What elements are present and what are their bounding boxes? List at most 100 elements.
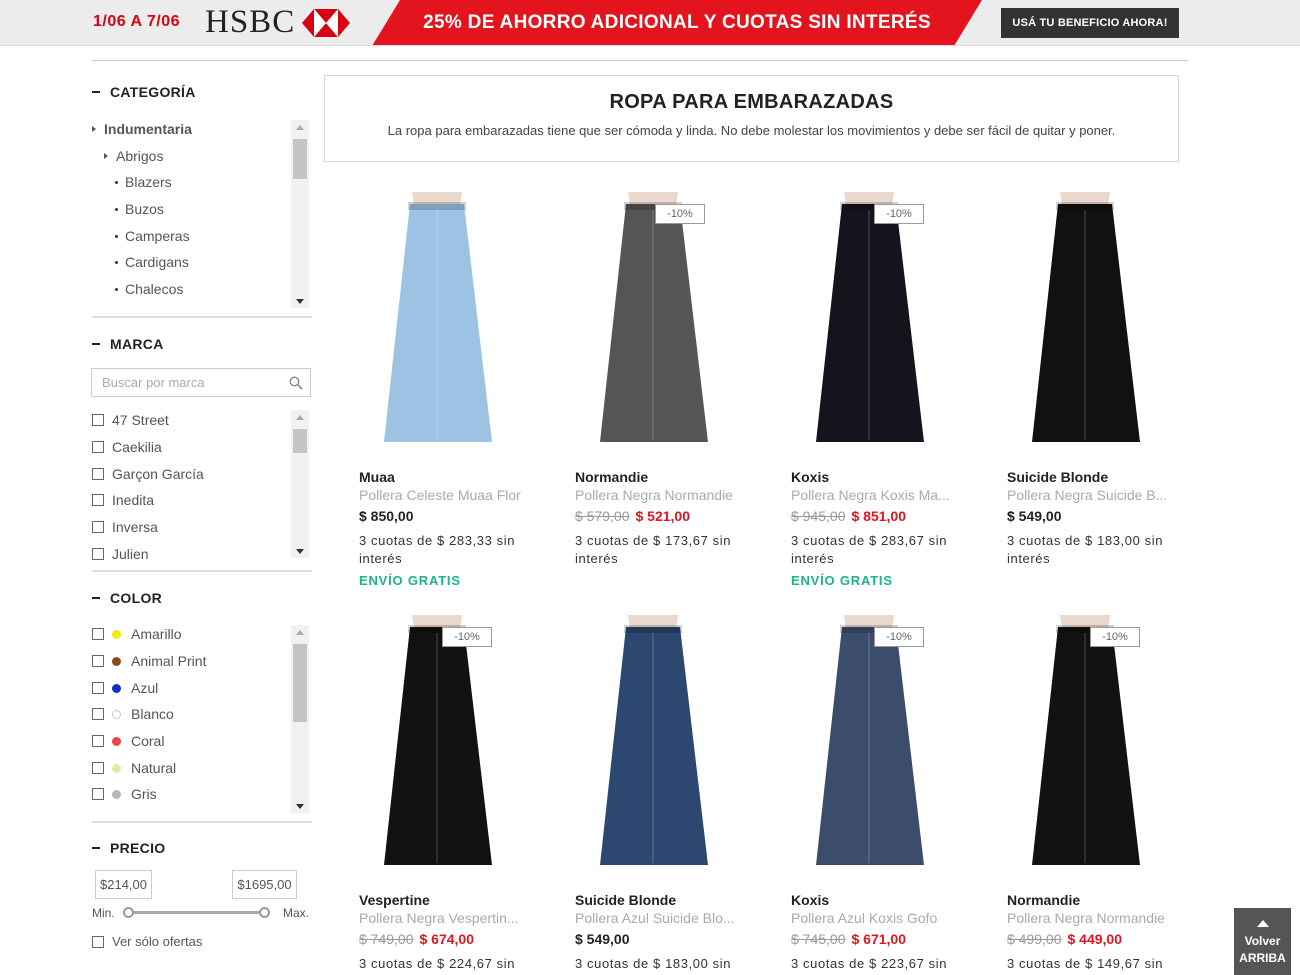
checkbox[interactable] <box>92 735 104 747</box>
category-item-chalecos[interactable]: Chalecos <box>115 281 183 297</box>
facet-color-toggle[interactable]: COLOR <box>92 590 162 606</box>
product-image[interactable] <box>774 192 954 454</box>
facet-category-toggle[interactable]: CATEGORÍA <box>92 84 196 100</box>
checkbox[interactable] <box>92 468 104 480</box>
checkbox[interactable] <box>92 441 104 453</box>
scroll-up-arrow-icon[interactable] <box>291 410 309 424</box>
color-option-azul[interactable]: Azul <box>92 680 158 696</box>
scroll-thumb[interactable] <box>293 644 307 722</box>
price-min-field[interactable]: $214,00 <box>95 870 152 899</box>
brand-option[interactable]: Julien <box>92 546 149 562</box>
product-price: $ 549,00 <box>575 931 630 947</box>
scroll-up-arrow-icon[interactable] <box>291 120 309 134</box>
category-item-indumentaria[interactable]: Indumentaria <box>92 121 192 137</box>
scroll-up-arrow-icon[interactable] <box>291 625 309 639</box>
color-option-blanco[interactable]: Blanco <box>92 706 174 722</box>
product-price: $ 745,00 $ 671,00 <box>791 931 906 947</box>
product-name[interactable]: Pollera Negra Normandie <box>1007 910 1172 926</box>
checkbox[interactable] <box>92 935 104 948</box>
checkbox[interactable] <box>92 494 104 506</box>
category-item-abrigos[interactable]: Abrigos <box>104 148 163 164</box>
checkbox[interactable] <box>92 788 104 800</box>
brand-scrollbar[interactable] <box>291 410 309 558</box>
product-image[interactable] <box>342 192 522 454</box>
checkbox[interactable] <box>92 762 104 774</box>
use-benefit-button[interactable]: USÁ TU BENEFICIO AHORA! <box>1001 8 1179 38</box>
scroll-thumb[interactable] <box>293 429 307 453</box>
product-name[interactable]: Pollera Negra Vespertin... <box>359 910 524 926</box>
promo-banner[interactable]: 1/06 A 7/06 HSBC 25% DE AHORRO ADICIONAL… <box>0 0 1300 46</box>
product-image[interactable] <box>990 615 1170 877</box>
facet-brand-toggle[interactable]: MARCA <box>92 336 164 352</box>
facet-category-title: CATEGORÍA <box>110 84 196 100</box>
product-brand[interactable]: Vespertine <box>359 892 430 908</box>
color-swatch-icon <box>112 629 121 639</box>
product-name[interactable]: Pollera Negra Koxis Ma... <box>791 487 956 503</box>
product-brand[interactable]: Suicide Blonde <box>1007 469 1108 485</box>
product-image[interactable] <box>342 615 522 877</box>
bank-name: HSBC <box>205 4 296 40</box>
product-name[interactable]: Pollera Negra Suicide B... <box>1007 487 1172 503</box>
product-image[interactable] <box>558 192 738 454</box>
price-slider-max-handle[interactable] <box>259 907 270 918</box>
free-shipping-label: ENVÍO GRATIS <box>359 573 461 588</box>
brand-option[interactable]: Caekilia <box>92 439 162 455</box>
scroll-down-arrow-icon[interactable] <box>291 799 309 813</box>
product-brand[interactable]: Muaa <box>359 469 395 485</box>
product-brand[interactable]: Normandie <box>575 469 648 485</box>
checkbox[interactable] <box>92 682 104 694</box>
color-option-animal-print[interactable]: Animal Print <box>92 653 206 669</box>
bullet-icon <box>115 287 118 291</box>
checkbox[interactable] <box>92 414 104 426</box>
product-image[interactable] <box>990 192 1170 454</box>
checkbox[interactable] <box>92 628 104 640</box>
product-brand[interactable]: Suicide Blonde <box>575 892 676 908</box>
free-shipping-label: ENVÍO GRATIS <box>791 573 893 588</box>
color-option-gris[interactable]: Gris <box>92 786 157 802</box>
back-to-top-button[interactable]: Volver ARRIBA <box>1234 908 1291 975</box>
color-option-natural[interactable]: Natural <box>92 760 176 776</box>
category-scrollbar[interactable] <box>291 120 309 308</box>
product-brand[interactable]: Koxis <box>791 892 829 908</box>
brand-search-input[interactable] <box>92 369 282 396</box>
product-name[interactable]: Pollera Azul Koxis Gofo <box>791 910 956 926</box>
divider <box>92 60 1188 61</box>
price-max-field[interactable]: $1695,00 <box>232 870 297 899</box>
scroll-down-arrow-icon[interactable] <box>291 294 309 308</box>
brand-search-box[interactable] <box>91 368 311 397</box>
color-option-amarillo[interactable]: Amarillo <box>92 626 182 642</box>
color-option-coral[interactable]: Coral <box>92 733 164 749</box>
product-name[interactable]: Pollera Azul Suicide Blo... <box>575 910 740 926</box>
brand-option[interactable]: Garçon García <box>92 466 204 482</box>
category-item-camperas[interactable]: Camperas <box>115 228 190 244</box>
discount-badge: -10% <box>442 627 492 647</box>
checkbox[interactable] <box>92 655 104 667</box>
category-item-buzos[interactable]: Buzos <box>115 201 164 217</box>
checkbox[interactable] <box>92 548 104 560</box>
product-brand[interactable]: Normandie <box>1007 892 1080 908</box>
product-name[interactable]: Pollera Negra Normandie <box>575 487 740 503</box>
discount-badge: -10% <box>874 627 924 647</box>
price-slider-min-handle[interactable] <box>123 907 134 918</box>
search-icon[interactable] <box>289 376 303 390</box>
brand-option[interactable]: Inedita <box>92 492 154 508</box>
category-item-cardigans[interactable]: Cardigans <box>115 254 189 270</box>
checkbox[interactable] <box>92 521 104 533</box>
checkbox[interactable] <box>92 708 104 720</box>
product-brand[interactable]: Koxis <box>791 469 829 485</box>
product-name[interactable]: Pollera Celeste Muaa Flor <box>359 487 524 503</box>
scroll-down-arrow-icon[interactable] <box>291 544 309 558</box>
facet-price-toggle[interactable]: PRECIO <box>92 840 165 856</box>
category-description: La ropa para embarazadas tiene que ser c… <box>387 123 1116 138</box>
product-image[interactable] <box>558 615 738 877</box>
product-image[interactable] <box>774 615 954 877</box>
brand-option[interactable]: 47 Street <box>92 412 169 428</box>
scroll-thumb[interactable] <box>293 139 307 179</box>
collapse-dash-icon <box>92 847 100 849</box>
offers-only-option[interactable]: Ver sólo ofertas <box>92 934 202 949</box>
hsbc-hexagon-logo-icon <box>302 9 350 37</box>
color-scrollbar[interactable] <box>291 625 309 813</box>
brand-option[interactable]: Inversa <box>92 519 158 535</box>
price-slider-track[interactable] <box>129 911 264 914</box>
category-item-blazers[interactable]: Blazers <box>115 174 172 190</box>
